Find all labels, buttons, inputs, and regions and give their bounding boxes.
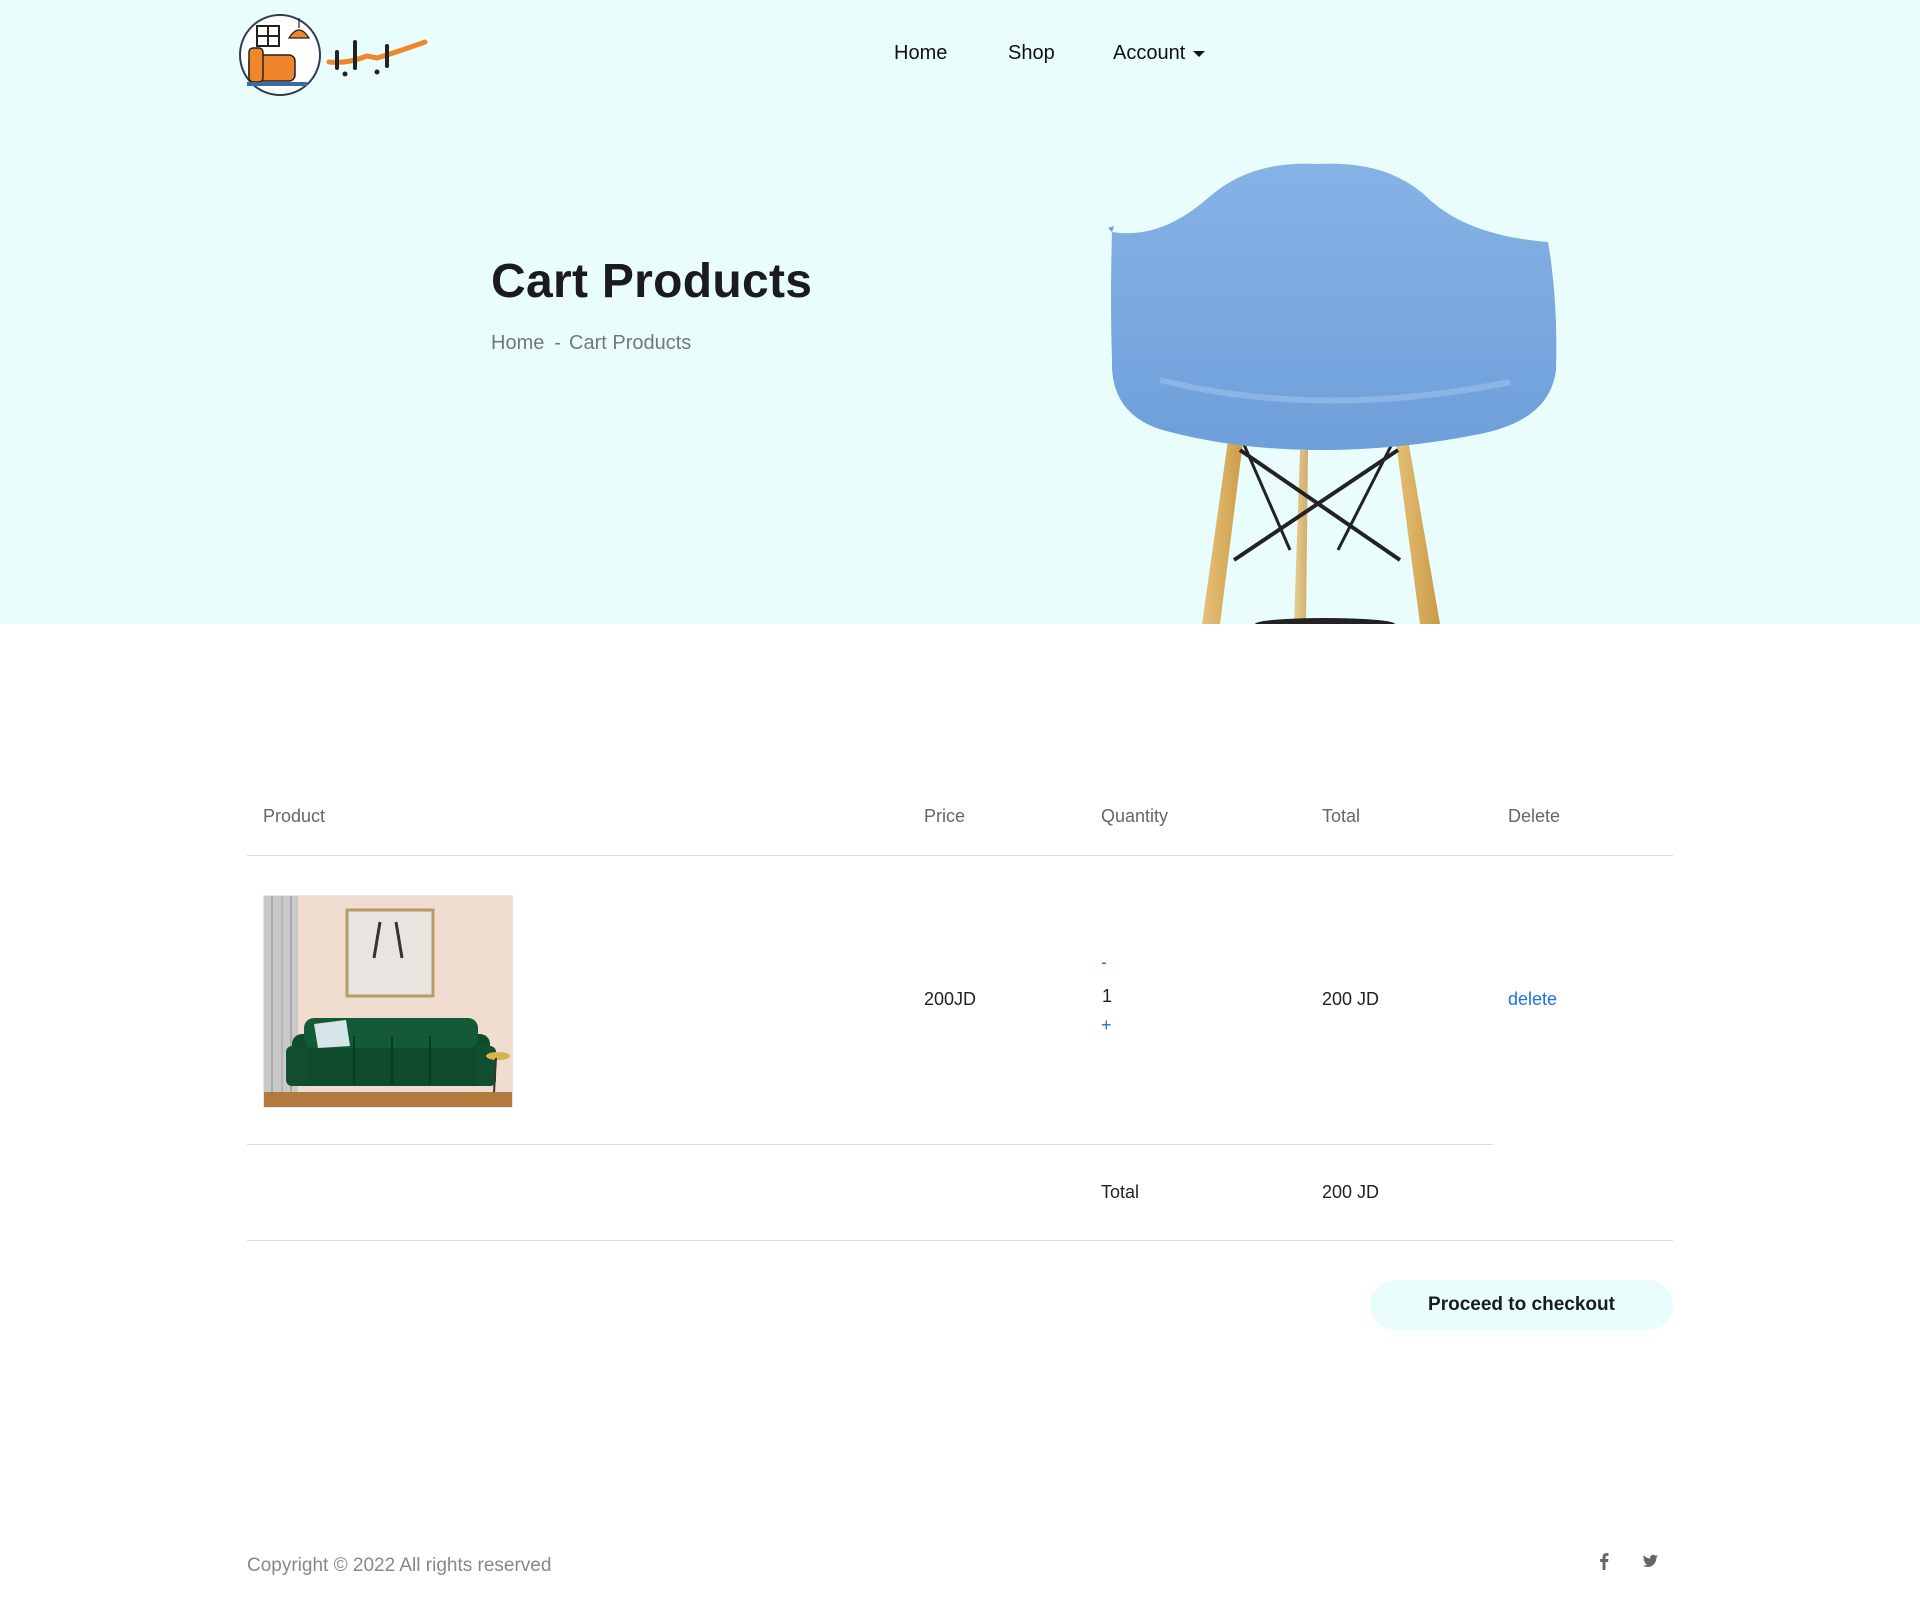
column-header-product: Product — [263, 806, 326, 826]
item-quantity: 1 — [1102, 986, 1113, 1006]
breadcrumb-home-link[interactable]: Home — [491, 332, 544, 354]
column-header-total: Total — [1322, 806, 1361, 826]
column-header-delete: Delete — [1508, 806, 1561, 826]
main-nav: Home Shop Account — [0, 38, 1920, 68]
quantity-decrement-button[interactable]: - — [1101, 952, 1107, 973]
facebook-icon[interactable] — [1593, 1550, 1615, 1572]
delete-item-link[interactable]: delete — [1508, 989, 1557, 1009]
hero-banner: Home Shop Account Cart Products Home - Car… — [0, 0, 1920, 624]
nav-account-dropdown[interactable]: Account — [1113, 38, 1206, 68]
copyright-text: Copyright © 2022 All rights reserved — [247, 1555, 552, 1576]
quantity-increment-button[interactable]: + — [1101, 1015, 1112, 1036]
summary-total-value: 200 JD — [1322, 1182, 1380, 1202]
item-price: 200JD — [924, 989, 977, 1009]
twitter-icon[interactable] — [1639, 1550, 1661, 1572]
nav-account-label: Account — [1113, 42, 1186, 64]
breadcrumb-current: Cart Products — [569, 332, 692, 354]
summary-divider — [247, 1240, 1673, 1241]
breadcrumb-separator: - — [554, 332, 562, 354]
nav-home-link[interactable]: Home — [894, 38, 947, 68]
item-total: 200 JD — [1322, 989, 1380, 1009]
row-divider — [247, 1144, 1493, 1145]
column-header-price: Price — [924, 806, 966, 826]
column-header-quantity: Quantity — [1101, 806, 1169, 826]
page-title: Cart Products — [491, 255, 813, 308]
breadcrumb: Home - Cart Products — [491, 332, 691, 355]
nav-shop-link[interactable]: Shop — [1008, 38, 1055, 68]
chevron-down-icon — [1193, 50, 1206, 57]
product-image[interactable] — [263, 895, 513, 1108]
chair-image — [1108, 163, 1557, 624]
item-delete-cell: delete — [1508, 989, 1557, 1010]
summary-total-label: Total — [1101, 1182, 1140, 1202]
proceed-to-checkout-button[interactable]: Proceed to checkout — [1370, 1280, 1673, 1330]
header-divider — [247, 855, 1673, 856]
